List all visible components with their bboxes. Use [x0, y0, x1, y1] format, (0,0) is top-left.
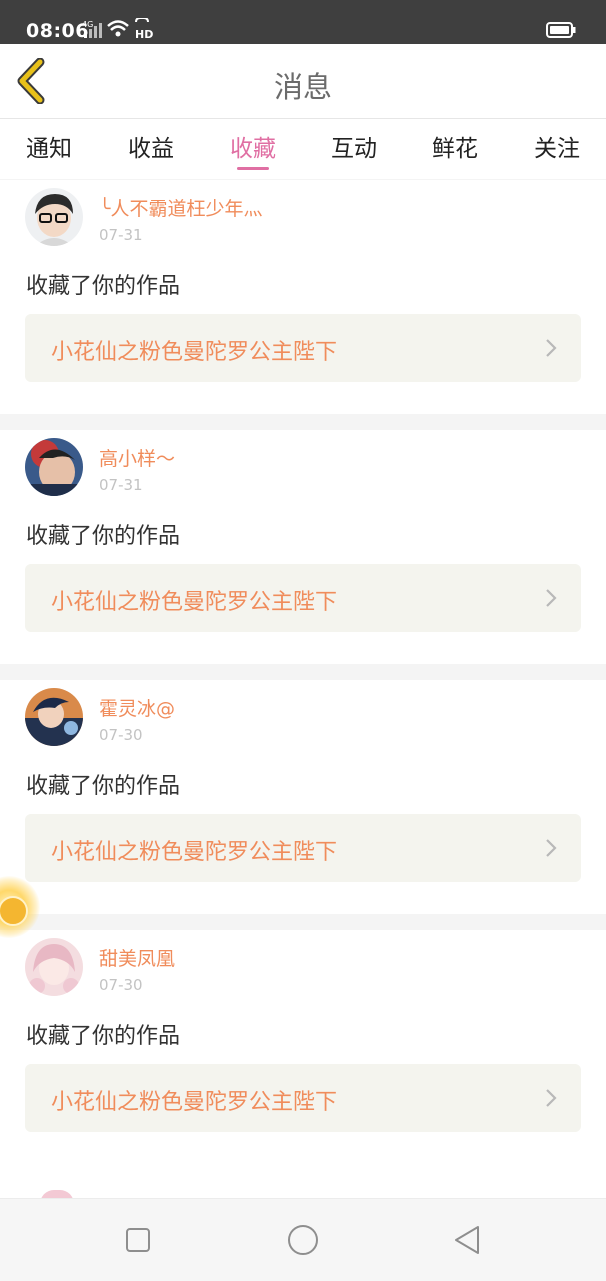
chevron-right-icon	[546, 839, 557, 857]
user-avatar-image	[25, 688, 83, 746]
message-date: 07-30	[99, 726, 143, 744]
chevron-right-icon	[546, 1089, 557, 1107]
work-link[interactable]: 小花仙之粉色曼陀罗公主陛下	[25, 814, 581, 882]
username[interactable]: 高小样～	[99, 444, 175, 471]
work-link[interactable]: 小花仙之粉色曼陀罗公主陛下	[25, 1064, 581, 1132]
home-button[interactable]	[286, 1223, 320, 1257]
avatar[interactable]	[25, 938, 83, 996]
triangle-back-icon	[455, 1226, 479, 1254]
tab-notify[interactable]: 通知	[9, 129, 89, 163]
square-icon	[126, 1228, 150, 1252]
battery-icon	[546, 22, 576, 38]
message-text: 收藏了你的作品	[26, 274, 181, 299]
avatar[interactable]	[25, 188, 83, 246]
work-link[interactable]: 小花仙之粉色曼陀罗公主陛下	[25, 314, 581, 382]
avatar[interactable]	[25, 438, 83, 496]
status-bar: 08:06 4G HD	[0, 0, 606, 44]
app-header: 消息	[0, 44, 606, 119]
message-text: 收藏了你的作品	[26, 774, 181, 799]
message-card: 霍灵冰@ 07-30 收藏了你的作品 小花仙之粉色曼陀罗公主陛下	[0, 680, 606, 914]
username[interactable]: 霍灵冰@	[99, 694, 175, 721]
tab-earnings[interactable]: 收益	[111, 129, 191, 163]
system-nav-bar	[0, 1198, 606, 1281]
user-avatar-image	[25, 188, 83, 246]
message-text: 收藏了你的作品	[26, 1024, 181, 1049]
hd-label: HD	[135, 28, 153, 40]
user-avatar-image	[25, 438, 83, 496]
tab-interaction[interactable]: 互动	[314, 129, 394, 163]
message-card: 高小样～ 07-31 收藏了你的作品 小花仙之粉色曼陀罗公主陛下	[0, 430, 606, 664]
username[interactable]: 甜美凤凰	[99, 944, 175, 971]
message-date: 07-31	[99, 476, 143, 494]
page-title: 消息	[273, 70, 332, 104]
signal-wifi-icons: 4G HD	[82, 18, 153, 40]
active-tab-indicator	[237, 167, 269, 170]
tab-follow[interactable]: 关注	[517, 129, 597, 163]
message-card: 甜美凤凰 07-30 收藏了你的作品 小花仙之粉色曼陀罗公主陛下	[0, 930, 606, 1164]
tab-flowers[interactable]: 鲜花	[415, 129, 495, 163]
sun-icon	[0, 896, 28, 926]
tab-favorites[interactable]: 收藏	[213, 129, 293, 163]
avatar[interactable]	[25, 688, 83, 746]
work-title: 小花仙之粉色曼陀罗公主陛下	[51, 840, 338, 865]
work-title: 小花仙之粉色曼陀罗公主陛下	[51, 590, 338, 615]
chevron-right-icon	[546, 339, 557, 357]
work-link[interactable]: 小花仙之粉色曼陀罗公主陛下	[25, 564, 581, 632]
message-date: 07-30	[99, 976, 143, 994]
chevron-right-icon	[546, 589, 557, 607]
system-back-button[interactable]	[450, 1223, 484, 1257]
network-type: 4G	[82, 20, 93, 29]
work-title: 小花仙之粉色曼陀罗公主陛下	[51, 1090, 338, 1115]
status-time: 08:06	[26, 20, 89, 42]
recent-apps-button[interactable]	[121, 1223, 155, 1257]
work-title: 小花仙之粉色曼陀罗公主陛下	[51, 340, 338, 365]
message-text: 收藏了你的作品	[26, 524, 181, 549]
message-card: ╰人不霸道枉少年灬 07-31 收藏了你的作品 小花仙之粉色曼陀罗公主陛下	[0, 180, 606, 414]
tab-bar: 通知 收益 收藏 互动 鲜花 关注	[0, 119, 606, 179]
message-date: 07-31	[99, 226, 143, 244]
circle-icon	[288, 1225, 318, 1255]
username[interactable]: ╰人不霸道枉少年灬	[99, 194, 262, 221]
user-avatar-image	[25, 938, 83, 996]
